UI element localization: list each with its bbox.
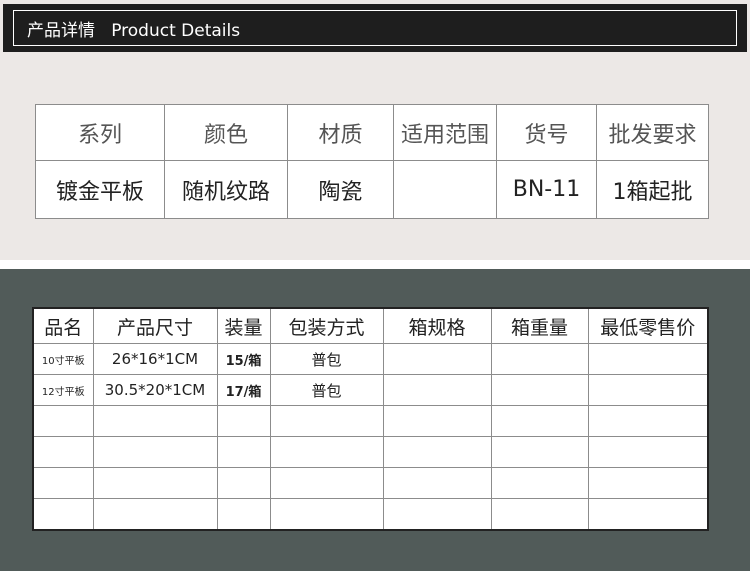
spec-header-row: 系列 颜色 材质 适用范围 货号 批发要求 [35, 104, 709, 161]
spec-header-series: 系列 [35, 104, 165, 161]
cell-box-weight [490, 374, 589, 406]
table-row: 10寸平板 26*16*1CM 15/箱 普包 [32, 343, 709, 375]
spec-header-scope: 适用范围 [393, 104, 497, 161]
cell-box-spec [382, 374, 492, 406]
spec-header-color: 颜色 [164, 104, 288, 161]
cell-packaging [269, 436, 384, 468]
table-row: 12寸平板 30.5*20*1CM 17/箱 普包 [32, 374, 709, 406]
spec-header-wholesale: 批发要求 [596, 104, 709, 161]
spec-value-scope [393, 160, 497, 219]
table-row [32, 498, 709, 531]
cell-quantity: 15/箱 [216, 343, 271, 375]
size-header-box-weight: 箱重量 [490, 307, 589, 344]
cell-packaging [269, 467, 384, 499]
cell-name: 10寸平板 [32, 343, 94, 375]
cell-box-weight [490, 467, 589, 499]
size-header-quantity: 装量 [216, 307, 271, 344]
spec-table: 系列 颜色 材质 适用范围 货号 批发要求 镀金平板 随机纹路 陶瓷 BN-11… [35, 104, 709, 219]
cell-dimensions [92, 436, 218, 468]
cell-name [32, 405, 94, 437]
cell-min-price [587, 405, 709, 437]
cell-dimensions: 26*16*1CM [92, 343, 218, 375]
cell-quantity [216, 467, 271, 499]
spec-value-series: 镀金平板 [35, 160, 165, 219]
spec-value-wholesale: 1箱起批 [596, 160, 709, 219]
size-section: 品名 产品尺寸 装量 包装方式 箱规格 箱重量 最低零售价 10寸平板 26*1… [0, 269, 750, 571]
cell-dimensions: 30.5*20*1CM [92, 374, 218, 406]
spec-value-material: 陶瓷 [287, 160, 394, 219]
cell-min-price [587, 498, 709, 531]
table-row [32, 405, 709, 437]
spec-header-item-no: 货号 [496, 104, 597, 161]
size-header-box-spec: 箱规格 [382, 307, 492, 344]
cell-box-spec [382, 436, 492, 468]
cell-box-weight [490, 405, 589, 437]
spec-value-row: 镀金平板 随机纹路 陶瓷 BN-11 1箱起批 [35, 160, 709, 219]
header-section: 产品详情 Product Details [0, 0, 750, 57]
cell-name: 12寸平板 [32, 374, 94, 406]
cell-box-weight [490, 343, 589, 375]
cell-quantity [216, 405, 271, 437]
size-table: 品名 产品尺寸 装量 包装方式 箱规格 箱重量 最低零售价 10寸平板 26*1… [32, 307, 709, 531]
cell-packaging: 普包 [269, 374, 384, 406]
cell-name [32, 436, 94, 468]
cell-box-weight [490, 498, 589, 531]
table-row [32, 436, 709, 468]
cell-min-price [587, 343, 709, 375]
cell-box-spec [382, 498, 492, 531]
size-header-name: 品名 [32, 307, 94, 344]
cell-packaging [269, 498, 384, 531]
cell-packaging: 普包 [269, 343, 384, 375]
size-header-row: 品名 产品尺寸 装量 包装方式 箱规格 箱重量 最低零售价 [32, 307, 709, 344]
cell-box-spec [382, 405, 492, 437]
cell-dimensions [92, 498, 218, 531]
cell-min-price [587, 436, 709, 468]
size-header-packaging: 包装方式 [269, 307, 384, 344]
size-header-dimensions: 产品尺寸 [92, 307, 218, 344]
spec-header-material: 材质 [287, 104, 394, 161]
cell-quantity [216, 436, 271, 468]
size-header-min-price: 最低零售价 [587, 307, 709, 344]
cell-quantity: 17/箱 [216, 374, 271, 406]
page-title: 产品详情 Product Details [27, 21, 241, 41]
cell-name [32, 498, 94, 531]
table-row [32, 467, 709, 499]
cell-min-price [587, 467, 709, 499]
cell-packaging [269, 405, 384, 437]
spec-section: 系列 颜色 材质 适用范围 货号 批发要求 镀金平板 随机纹路 陶瓷 BN-11… [0, 57, 750, 260]
cell-dimensions [92, 405, 218, 437]
cell-box-weight [490, 436, 589, 468]
cell-dimensions [92, 467, 218, 499]
cell-quantity [216, 498, 271, 531]
divider-strip [0, 260, 750, 269]
cell-name [32, 467, 94, 499]
spec-value-color: 随机纹路 [164, 160, 288, 219]
cell-box-spec [382, 343, 492, 375]
cell-min-price [587, 374, 709, 406]
cell-box-spec [382, 467, 492, 499]
spec-value-item-no: BN-11 [496, 160, 597, 219]
